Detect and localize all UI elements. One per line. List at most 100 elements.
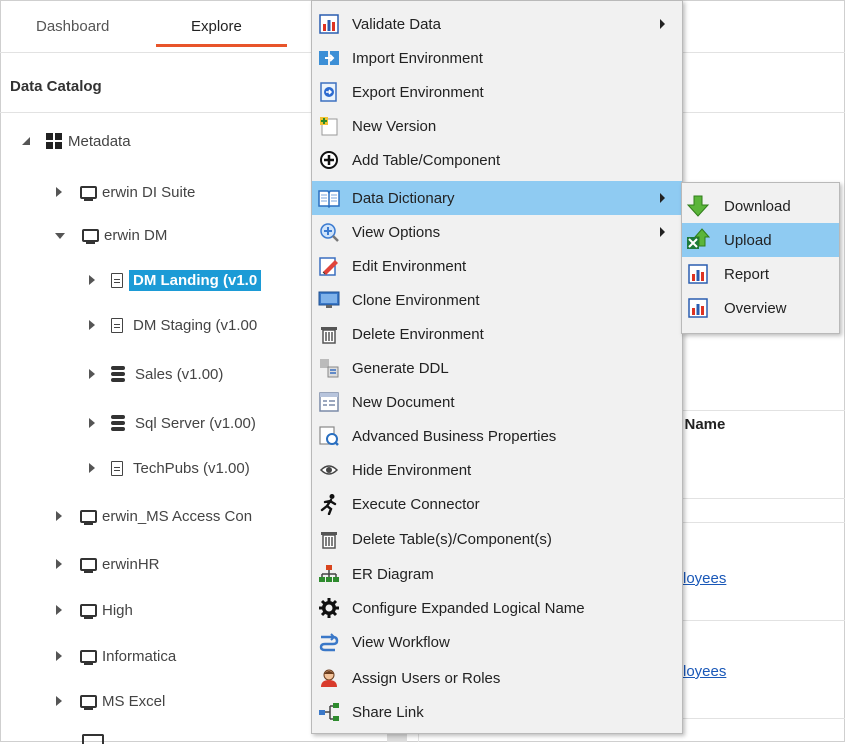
expand-icon[interactable] (89, 418, 95, 428)
view-options-icon (318, 221, 340, 243)
tree-node-metadata[interactable]: Metadata (22, 129, 131, 153)
run-icon (318, 493, 340, 515)
properties-icon (318, 425, 340, 447)
menu-item-label: Delete Table(s)/Component(s) (352, 530, 552, 548)
collapse-icon[interactable] (22, 137, 30, 145)
menu-item-data-dictionary[interactable]: Data Dictionary (312, 181, 682, 215)
clone-icon (318, 289, 340, 311)
monitor-icon (80, 509, 97, 525)
tree-node-label: erwin DI Suite (102, 183, 196, 201)
submenu-item-upload[interactable]: Upload (682, 223, 839, 257)
employee-link[interactable]: loyees (683, 570, 726, 587)
submenu-item-label: Download (724, 197, 791, 215)
submenu-item-label: Overview (724, 299, 787, 317)
chart-icon (318, 13, 340, 35)
menu-item-advanced-business-properties[interactable]: Advanced Business Properties (312, 419, 682, 453)
er-diagram-icon (318, 563, 340, 585)
context-menu: Validate Data Import Environment Export … (311, 0, 683, 734)
tab-explore[interactable]: Explore (191, 18, 242, 35)
menu-item-label: View Options (352, 223, 441, 241)
menu-item-generate-ddl[interactable]: Generate DDL (312, 351, 682, 385)
expand-icon[interactable] (56, 605, 62, 615)
menu-item-delete-tables-components[interactable]: Delete Table(s)/Component(s) (312, 522, 682, 556)
expand-icon[interactable] (89, 275, 95, 285)
trash-icon (318, 528, 340, 550)
menu-item-label: Share Link (352, 703, 424, 721)
database-icon (111, 415, 125, 431)
menu-item-edit-environment[interactable]: Edit Environment (312, 249, 682, 283)
share-icon (318, 701, 340, 723)
document-icon (111, 317, 123, 333)
tree-node-dm-landing[interactable]: DM Landing (v1.0 (89, 268, 262, 292)
menu-item-label: Delete Environment (352, 325, 484, 343)
grid-icon (46, 133, 62, 149)
employee-link[interactable]: loyees (683, 663, 726, 680)
menu-item-hide-environment[interactable]: Hide Environment (312, 453, 682, 487)
expand-icon[interactable] (56, 696, 62, 706)
menu-item-validate-data[interactable]: Validate Data (312, 7, 682, 41)
menu-item-label: View Workflow (352, 633, 450, 651)
menu-item-export-environment[interactable]: Export Environment (312, 75, 682, 109)
database-icon (111, 366, 125, 382)
submenu-arrow-icon (660, 193, 665, 203)
monitor-icon (80, 603, 97, 619)
tree-node-erwin-dm[interactable]: erwin DM (55, 223, 167, 247)
menu-item-configure-expanded-logical-name[interactable]: Configure Expanded Logical Name (312, 591, 682, 625)
menu-item-label: Data Dictionary (352, 189, 455, 207)
submenu-item-overview[interactable]: Overview (682, 291, 839, 325)
tree-node-erwin-ms-access[interactable]: erwin_MS Access Con (56, 504, 252, 528)
menu-item-label: Add Table/Component (352, 151, 501, 169)
submenu-item-report[interactable]: Report (682, 257, 839, 291)
expand-icon[interactable] (89, 463, 95, 473)
user-icon (318, 667, 340, 689)
expand-icon[interactable] (56, 559, 62, 569)
tree-node-sales[interactable]: Sales (v1.00) (89, 362, 223, 386)
menu-item-view-workflow[interactable]: View Workflow (312, 625, 682, 659)
menu-item-assign-users-or-roles[interactable]: Assign Users or Roles (312, 661, 682, 695)
tree-node-label: erwin DM (104, 226, 168, 244)
import-icon (318, 47, 340, 69)
menu-item-execute-connector[interactable]: Execute Connector (312, 487, 682, 521)
expand-icon[interactable] (56, 511, 62, 521)
panel-title: Data Catalog (10, 78, 102, 95)
expand-icon[interactable] (56, 651, 62, 661)
tree-node-high[interactable]: High (56, 598, 133, 622)
trash-icon (318, 323, 340, 345)
expand-icon[interactable] (89, 320, 95, 330)
submenu-item-download[interactable]: Download (682, 189, 839, 223)
menu-item-view-options[interactable]: View Options (312, 215, 682, 249)
menu-item-import-environment[interactable]: Import Environment (312, 41, 682, 75)
tree-node-informatica[interactable]: Informatica (56, 644, 176, 668)
gear-icon (318, 597, 340, 619)
menu-item-label: Validate Data (352, 15, 441, 33)
tree-node-erwinhr[interactable]: erwinHR (56, 552, 160, 576)
edit-icon (318, 255, 340, 277)
menu-item-label: Advanced Business Properties (352, 427, 557, 445)
expand-icon[interactable] (89, 369, 95, 379)
menu-item-label: Execute Connector (352, 495, 480, 513)
tree-node-ms-excel[interactable]: MS Excel (56, 689, 165, 713)
collapse-icon[interactable] (55, 233, 65, 239)
tree-node-erwin-di-suite[interactable]: erwin DI Suite (56, 180, 195, 204)
tab-dashboard[interactable]: Dashboard (36, 18, 109, 35)
menu-item-new-version[interactable]: New Version (312, 109, 682, 143)
menu-item-share-link[interactable]: Share Link (312, 695, 682, 729)
tree-node-dm-staging[interactable]: DM Staging (v1.00 (89, 313, 257, 337)
menu-item-er-diagram[interactable]: ER Diagram (312, 557, 682, 591)
tree-node-techpubs[interactable]: TechPubs (v1.00) (89, 456, 250, 480)
data-dictionary-submenu: Download Upload Report Overview (681, 182, 840, 334)
menu-item-label: Generate DDL (352, 359, 449, 377)
tree-node-sql-server[interactable]: Sql Server (v1.00) (89, 411, 256, 435)
tree-node-label: DM Staging (v1.00 (133, 316, 258, 334)
monitor-icon (80, 557, 97, 573)
submenu-item-label: Report (724, 265, 770, 283)
menu-item-clone-environment[interactable]: Clone Environment (312, 283, 682, 317)
download-icon (686, 194, 710, 218)
monitor-icon (80, 694, 97, 710)
menu-item-new-document[interactable]: New Document (312, 385, 682, 419)
menu-item-delete-environment[interactable]: Delete Environment (312, 317, 682, 351)
book-icon (318, 187, 340, 209)
menu-item-label: ER Diagram (352, 565, 434, 583)
expand-icon[interactable] (56, 187, 62, 197)
menu-item-add-table-component[interactable]: Add Table/Component (312, 143, 682, 177)
